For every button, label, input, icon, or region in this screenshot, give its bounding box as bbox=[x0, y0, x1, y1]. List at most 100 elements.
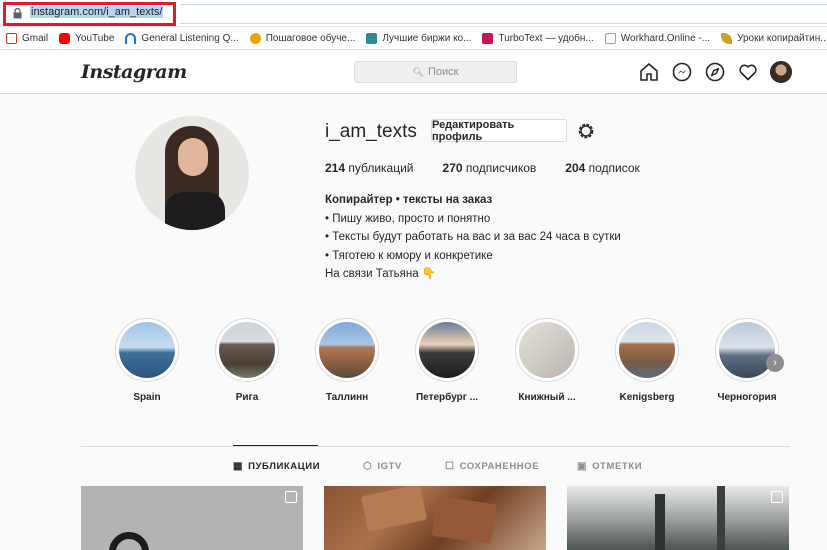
instagram-header: Instagram 🔍︎ Поиск bbox=[0, 50, 827, 94]
bookmark-workhard[interactable]: Workhard.Online -... bbox=[604, 32, 710, 44]
bookmark-label: YouTube bbox=[75, 32, 115, 44]
nav-icons bbox=[638, 61, 803, 83]
grid-icon: ▦ bbox=[233, 461, 244, 472]
followers-label: подписчиков bbox=[465, 161, 537, 175]
youtube-icon bbox=[59, 32, 71, 44]
edit-profile-button[interactable]: Редактировать профиль bbox=[431, 119, 567, 143]
highlight-label: Spain bbox=[133, 392, 161, 403]
bulb-icon bbox=[249, 32, 261, 44]
posts-label: публикаций bbox=[348, 161, 414, 175]
highlight-label: Kenigsberg bbox=[619, 392, 675, 403]
following-label: подписок bbox=[588, 161, 640, 175]
feather-icon bbox=[721, 32, 733, 44]
bookmarks-bar: Gmail YouTube General Listening Q... Пош… bbox=[0, 27, 827, 50]
url-text[interactable]: instagram.com/i_am_texts/ bbox=[30, 6, 164, 18]
highlight-ring bbox=[615, 318, 679, 382]
bookmark-label: TurboText — удобн... bbox=[498, 32, 594, 44]
highlight-cover bbox=[219, 322, 275, 378]
search-input[interactable]: 🔍︎ Поиск bbox=[354, 61, 517, 83]
highlight-cover bbox=[519, 322, 575, 378]
followers-count: 270 bbox=[442, 161, 463, 175]
tab-label: IGTV bbox=[377, 461, 402, 472]
tab-label: ПУБЛИКАЦИИ bbox=[248, 461, 321, 472]
highlight-cover bbox=[119, 322, 175, 378]
igtv-icon: ⬡ bbox=[363, 461, 373, 472]
tab-label: ОТМЕТКИ bbox=[592, 461, 643, 472]
posts-stat: 214 публикаций bbox=[325, 161, 414, 175]
search-placeholder: Поиск bbox=[427, 66, 459, 78]
lock-icon bbox=[13, 8, 22, 19]
highlight-ring bbox=[115, 318, 179, 382]
bookmark-label: Уроки копирайтин... bbox=[737, 32, 827, 44]
turbotext-icon bbox=[482, 32, 494, 44]
highlight-ring bbox=[315, 318, 379, 382]
followers-stat[interactable]: 270 подписчиков bbox=[443, 161, 537, 175]
highlight-books[interactable]: Книжный ... bbox=[515, 318, 579, 403]
highlight-label: Таллинн bbox=[325, 392, 369, 403]
post-tree-trunk bbox=[717, 486, 725, 550]
tab-posts[interactable]: ▦ ПУБЛИКАЦИИ bbox=[233, 461, 320, 472]
highlight-kenigsberg[interactable]: Kenigsberg bbox=[615, 318, 679, 403]
multiple-images-icon bbox=[771, 491, 783, 503]
address-field-extension[interactable] bbox=[180, 4, 827, 24]
bookmark-icon: ☐ bbox=[445, 461, 455, 472]
gmail-icon bbox=[6, 32, 17, 44]
highlight-ring bbox=[715, 318, 779, 382]
post-tree-trunk bbox=[655, 494, 665, 550]
post-chocolate-block bbox=[431, 496, 497, 544]
highlight-label: Черногория bbox=[717, 392, 777, 403]
highlight-petersburg[interactable]: Петербург ... bbox=[415, 318, 479, 403]
highlight-cover bbox=[719, 322, 775, 378]
tab-tagged[interactable]: ▣ ОТМЕТКИ bbox=[577, 461, 642, 472]
headphones-icon bbox=[125, 32, 137, 44]
bio-line: На связи Татьяна 👇 bbox=[325, 268, 437, 280]
post-chocolate-block bbox=[360, 486, 428, 532]
messenger-icon[interactable] bbox=[671, 61, 693, 83]
profile-bio: Копирайтер • тексты на заказ • Пишу живо… bbox=[325, 191, 621, 284]
profile-avatar[interactable] bbox=[135, 116, 249, 230]
heart-icon[interactable] bbox=[737, 61, 759, 83]
highlight-cover bbox=[619, 322, 675, 378]
avatar-face bbox=[178, 138, 208, 176]
highlight-label: Рига bbox=[235, 392, 259, 403]
settings-gear-icon[interactable] bbox=[576, 121, 596, 141]
bookmark-youtube[interactable]: YouTube bbox=[59, 32, 115, 44]
address-bar[interactable]: instagram.com/i_am_texts/ bbox=[0, 0, 827, 27]
highlight-label: Петербург ... bbox=[415, 392, 479, 403]
highlight-tallinn[interactable]: Таллинн bbox=[315, 318, 379, 403]
following-stat[interactable]: 204 подписок bbox=[565, 161, 640, 175]
bookmark-label: Пошаговое обуче... bbox=[265, 32, 356, 44]
post-thumbnail[interactable] bbox=[567, 486, 789, 550]
highlight-riga[interactable]: Рига bbox=[215, 318, 279, 403]
posts-count: 214 bbox=[325, 161, 346, 175]
instagram-logo[interactable]: Instagram bbox=[81, 61, 187, 83]
highlight-cover bbox=[419, 322, 475, 378]
avatar-body bbox=[165, 192, 225, 230]
bookmark-label: Лучшие биржи ко... bbox=[382, 32, 472, 44]
post-thumbnail[interactable] bbox=[81, 486, 303, 550]
bio-line: • Тяготею к юмору и конкретике bbox=[325, 249, 493, 262]
highlight-spain[interactable]: Spain bbox=[115, 318, 179, 403]
site-icon bbox=[366, 32, 378, 44]
bookmark-label: General Listening Q... bbox=[141, 32, 239, 44]
post-thumbnail[interactable] bbox=[324, 486, 546, 550]
following-count: 204 bbox=[565, 161, 586, 175]
home-icon[interactable] bbox=[638, 61, 660, 83]
bio-line: • Тексты будут работать на вас и за вас … bbox=[325, 231, 621, 243]
profile-stats: 214 публикаций 270 подписчиков 204 подпи… bbox=[325, 161, 669, 175]
tab-igtv[interactable]: ⬡ IGTV bbox=[363, 461, 402, 472]
profile-avatar-small[interactable] bbox=[770, 61, 792, 83]
bookmark-turbotext[interactable]: TurboText — удобн... bbox=[482, 32, 594, 44]
bookmark-general-listening[interactable]: General Listening Q... bbox=[125, 32, 239, 44]
tab-label: СОХРАНЕННОЕ bbox=[459, 461, 540, 472]
highlight-ring bbox=[415, 318, 479, 382]
highlight-ring bbox=[515, 318, 579, 382]
bookmark-copywriting-lessons[interactable]: Уроки копирайтин... bbox=[721, 32, 827, 44]
chevron-right-icon[interactable]: › bbox=[766, 354, 784, 372]
explore-compass-icon[interactable] bbox=[704, 61, 726, 83]
bookmark-step-by-step[interactable]: Пошаговое обуче... bbox=[249, 32, 356, 44]
bookmark-best-exchanges[interactable]: Лучшие биржи ко... bbox=[366, 32, 472, 44]
highlight-label: Книжный ... bbox=[518, 392, 576, 403]
bookmark-gmail[interactable]: Gmail bbox=[6, 32, 48, 44]
tab-saved[interactable]: ☐ СОХРАНЕННОЕ bbox=[445, 461, 539, 472]
